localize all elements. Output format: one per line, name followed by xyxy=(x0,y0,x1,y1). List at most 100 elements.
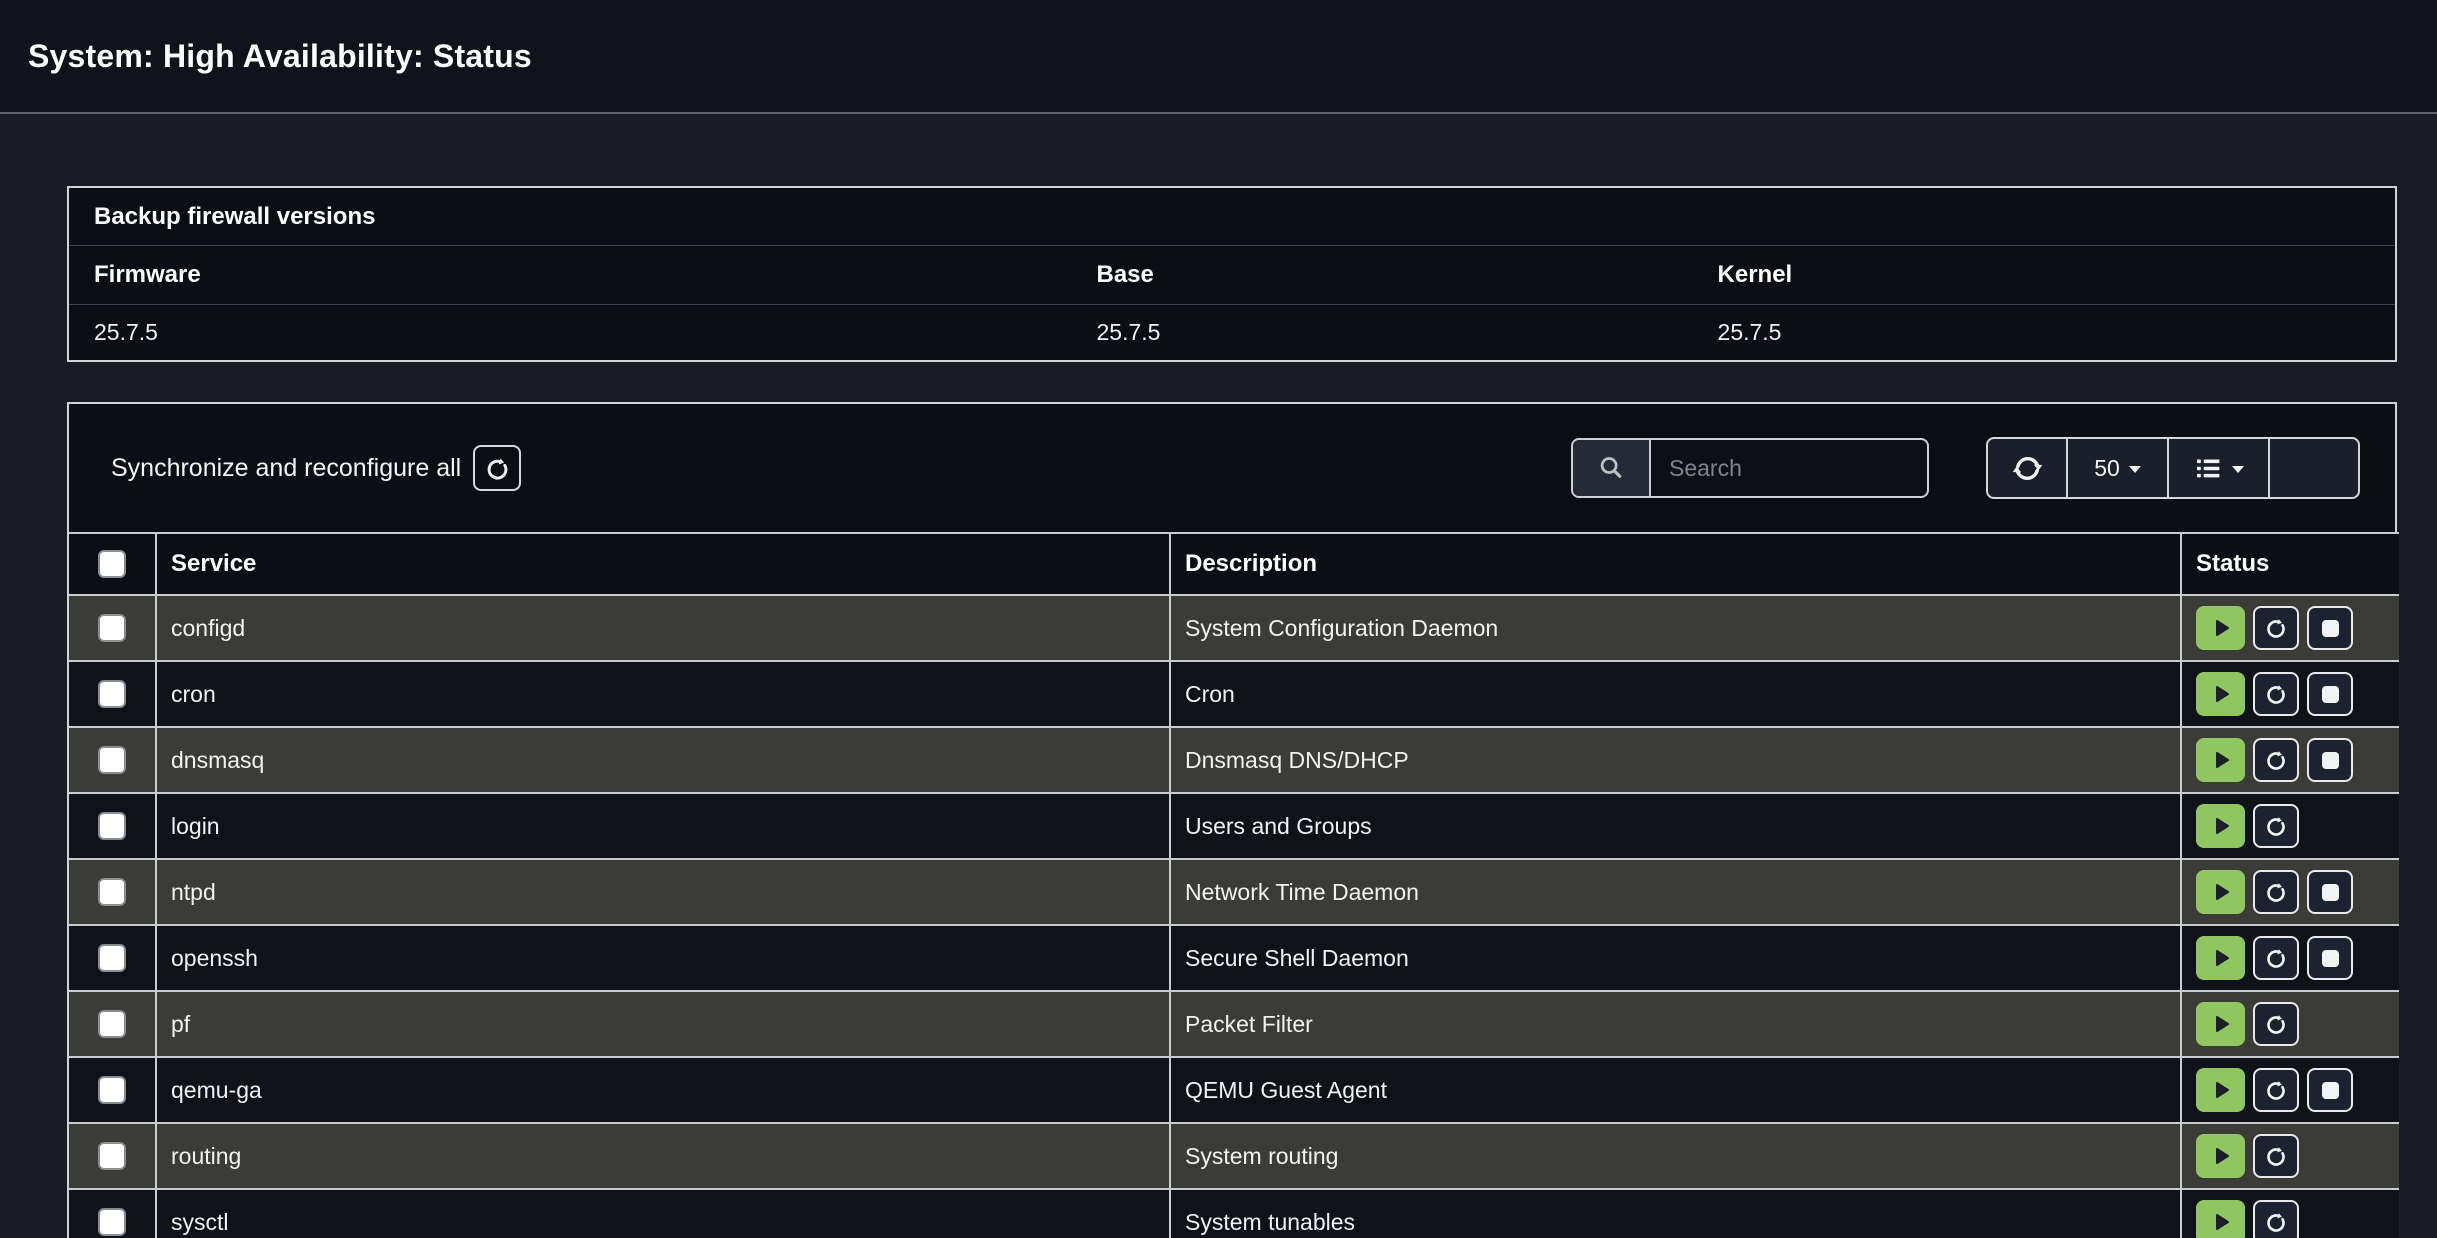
service-row: login Users and Groups xyxy=(69,793,2399,859)
search-input[interactable] xyxy=(1651,440,1927,496)
grid-refresh-button[interactable] xyxy=(1988,439,2068,497)
start-service-button[interactable] xyxy=(2196,738,2245,782)
service-status-cell xyxy=(2181,1189,2399,1238)
row-checkbox[interactable] xyxy=(98,680,126,708)
row-checkbox[interactable] xyxy=(98,1076,126,1104)
service-status-cell xyxy=(2181,991,2399,1057)
row-checkbox[interactable] xyxy=(98,614,126,642)
versions-table: Firmware Base Kernel 25.7.5 25.7.5 25.7.… xyxy=(69,246,2395,360)
start-service-button[interactable] xyxy=(2196,1200,2245,1238)
service-actions xyxy=(2196,606,2385,650)
restart-service-button[interactable] xyxy=(2253,1200,2299,1238)
service-status-cell xyxy=(2181,925,2399,991)
start-service-button[interactable] xyxy=(2196,804,2245,848)
service-actions xyxy=(2196,1134,2385,1178)
row-checkbox[interactable] xyxy=(98,1208,126,1236)
service-description: Secure Shell Daemon xyxy=(1170,925,2181,991)
play-icon xyxy=(2209,616,2233,640)
restart-service-button[interactable] xyxy=(2253,1002,2299,1046)
restart-service-button[interactable] xyxy=(2253,936,2299,980)
service-actions xyxy=(2196,1200,2385,1238)
service-name: routing xyxy=(156,1123,1170,1189)
start-service-button[interactable] xyxy=(2196,870,2245,914)
stop-service-button[interactable] xyxy=(2307,672,2353,716)
stop-service-button[interactable] xyxy=(2307,738,2353,782)
stop-service-button[interactable] xyxy=(2307,1068,2353,1112)
row-checkbox[interactable] xyxy=(98,944,126,972)
row-checkbox[interactable] xyxy=(98,812,126,840)
service-status-cell xyxy=(2181,727,2399,793)
list-icon xyxy=(2194,454,2223,483)
restart-service-button[interactable] xyxy=(2253,1068,2299,1112)
service-status-cell xyxy=(2181,793,2399,859)
service-description: Cron xyxy=(1170,661,2181,727)
service-name: pf xyxy=(156,991,1170,1057)
kernel-version: 25.7.5 xyxy=(1693,305,2395,361)
page-content: Backup firewall versions Firmware Base K… xyxy=(0,186,2437,1238)
restart-service-button[interactable] xyxy=(2253,738,2299,782)
start-service-button[interactable] xyxy=(2196,1002,2245,1046)
services-panel: Synchronize and reconfigure all xyxy=(67,402,2397,1238)
restart-icon xyxy=(2264,682,2288,706)
restart-icon xyxy=(2264,616,2288,640)
caret-down-icon xyxy=(2129,466,2141,473)
row-checkbox-cell xyxy=(69,1057,156,1123)
stop-service-button[interactable] xyxy=(2307,936,2353,980)
restart-icon xyxy=(2264,1012,2288,1036)
play-icon xyxy=(2209,1210,2233,1234)
services-toolbar: Synchronize and reconfigure all xyxy=(69,404,2395,532)
versions-header-kernel: Kernel xyxy=(1693,246,2395,305)
play-icon xyxy=(2209,682,2233,706)
firmware-version: 25.7.5 xyxy=(69,305,1072,361)
play-icon xyxy=(2209,880,2233,904)
restart-service-button[interactable] xyxy=(2253,804,2299,848)
row-checkbox[interactable] xyxy=(98,1010,126,1038)
service-row: routing System routing xyxy=(69,1123,2399,1189)
column-select-dropdown[interactable] xyxy=(2169,439,2270,497)
services-table: Service Description Status configd Syste… xyxy=(69,532,2399,1238)
row-checkbox-cell xyxy=(69,727,156,793)
service-row: configd System Configuration Daemon xyxy=(69,595,2399,661)
row-checkbox[interactable] xyxy=(98,746,126,774)
restart-service-button[interactable] xyxy=(2253,1134,2299,1178)
stop-icon xyxy=(2322,752,2339,769)
service-row: openssh Secure Shell Daemon xyxy=(69,925,2399,991)
sync-all-control: Synchronize and reconfigure all xyxy=(111,445,521,491)
start-service-button[interactable] xyxy=(2196,1134,2245,1178)
row-checkbox-cell xyxy=(69,793,156,859)
start-service-button[interactable] xyxy=(2196,606,2245,650)
service-status-cell xyxy=(2181,859,2399,925)
restart-service-button[interactable] xyxy=(2253,870,2299,914)
page-size-dropdown[interactable]: 50 xyxy=(2068,439,2169,497)
start-service-button[interactable] xyxy=(2196,672,2245,716)
play-icon xyxy=(2209,748,2233,772)
stop-service-button[interactable] xyxy=(2307,606,2353,650)
versions-header-base: Base xyxy=(1072,246,1693,305)
service-description: System routing xyxy=(1170,1123,2181,1189)
service-name: qemu-ga xyxy=(156,1057,1170,1123)
start-service-button[interactable] xyxy=(2196,1068,2245,1112)
service-description: Dnsmasq DNS/DHCP xyxy=(1170,727,2181,793)
restart-service-button[interactable] xyxy=(2253,606,2299,650)
service-description: Users and Groups xyxy=(1170,793,2181,859)
column-header-description[interactable]: Description xyxy=(1170,533,2181,595)
row-checkbox[interactable] xyxy=(98,878,126,906)
search-icon xyxy=(1596,453,1626,483)
column-header-service[interactable]: Service xyxy=(156,533,1170,595)
toolbar-empty-segment xyxy=(2270,439,2358,497)
service-actions xyxy=(2196,936,2385,980)
select-all-checkbox[interactable] xyxy=(98,550,126,578)
row-checkbox[interactable] xyxy=(98,1142,126,1170)
restart-service-button[interactable] xyxy=(2253,672,2299,716)
service-name: ntpd xyxy=(156,859,1170,925)
restart-icon xyxy=(2264,748,2288,772)
stop-icon xyxy=(2322,950,2339,967)
service-name: cron xyxy=(156,661,1170,727)
start-service-button[interactable] xyxy=(2196,936,2245,980)
toolbar-right: 50 xyxy=(1571,437,2360,499)
sync-all-button[interactable] xyxy=(473,445,521,491)
stop-service-button[interactable] xyxy=(2307,870,2353,914)
refresh-icon xyxy=(484,455,511,482)
play-icon xyxy=(2209,1144,2233,1168)
restart-icon xyxy=(2264,880,2288,904)
